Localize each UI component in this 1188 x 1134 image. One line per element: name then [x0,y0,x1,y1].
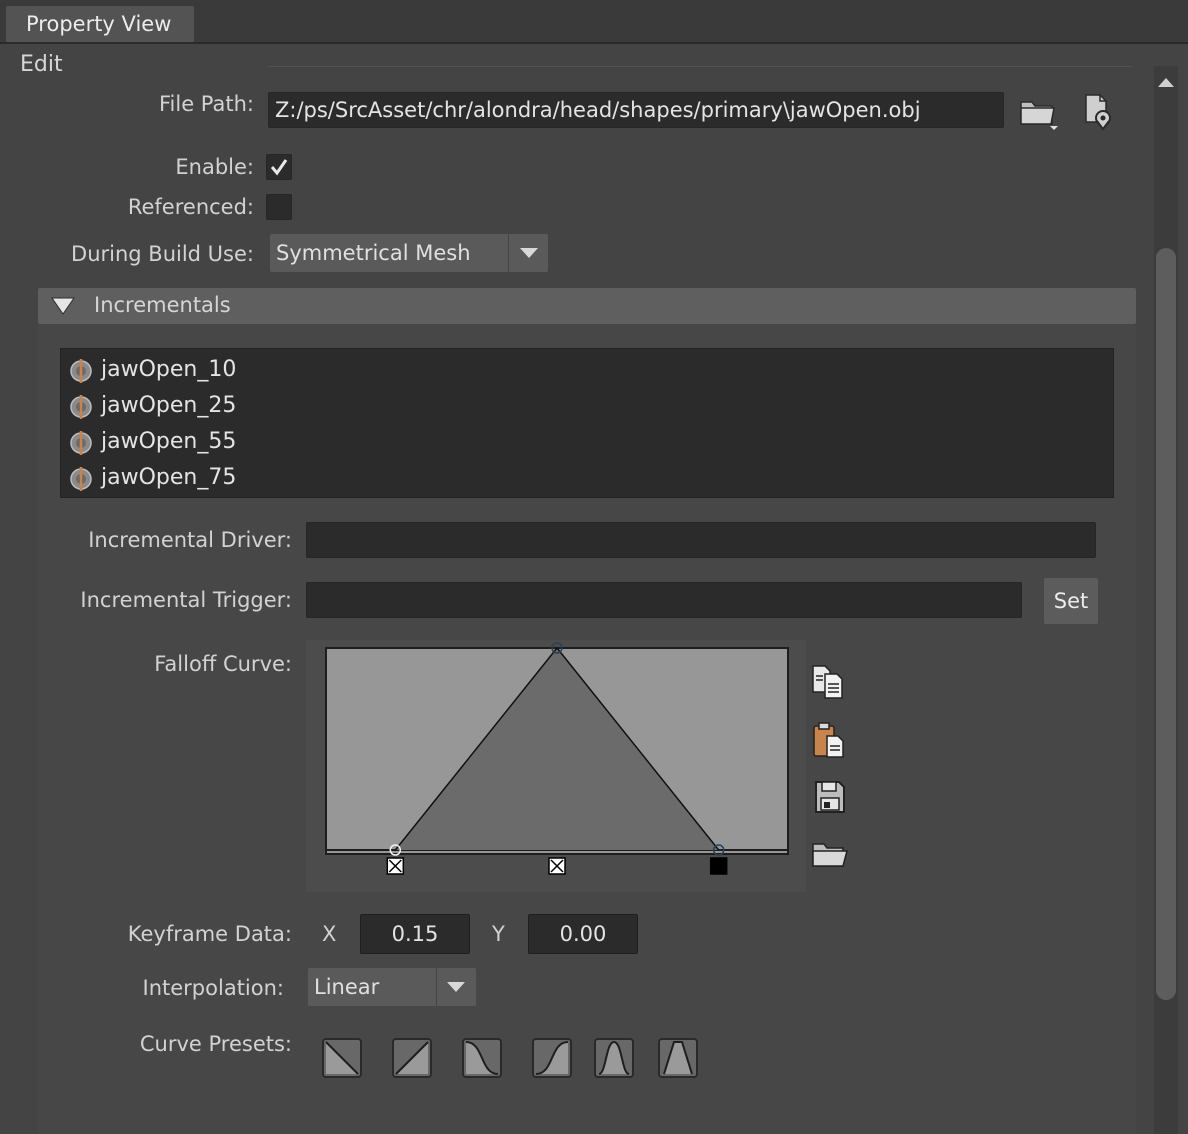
checkmark-icon [270,159,288,176]
keyframe-y-label: Y [492,922,505,946]
during-build-use-dropdown[interactable]: Symmetrical Mesh [270,234,548,272]
referenced-checkbox[interactable] [266,194,292,220]
falloff-curve-editor[interactable] [306,640,806,892]
enable-label: Enable: [175,155,254,179]
open-folder-icon[interactable] [810,838,850,872]
list-item[interactable]: jawOpen_55 [61,424,1113,460]
dropdown-separator [508,234,509,272]
file-locate-icon[interactable] [1082,92,1116,132]
list-item-label: jawOpen_10 [101,357,237,382]
curve-presets-label: Curve Presets: [139,1032,292,1056]
interpolation-dropdown[interactable]: Linear [308,968,476,1006]
during-build-use-label: During Build Use: [71,242,254,266]
chevron-down-icon [447,982,465,992]
scroll-up-arrow-icon[interactable] [1156,70,1176,95]
list-item-label: jawOpen_55 [101,429,237,454]
preset-ease-up-icon[interactable] [532,1038,572,1078]
keyframe-x-field[interactable]: 0.15 [360,914,470,954]
incremental-trigger-field[interactable] [306,582,1022,618]
preset-linear-down-icon[interactable] [322,1038,362,1078]
list-item-label: jawOpen_25 [101,393,237,418]
incremental-driver-label: Incremental Driver: [88,528,292,552]
paste-icon[interactable] [810,720,850,760]
falloff-curve-label: Falloff Curve: [154,652,292,676]
keyframe-y-field[interactable]: 0.00 [528,914,638,954]
set-button[interactable]: Set [1044,578,1098,624]
list-item[interactable]: jawOpen_75 [61,460,1113,496]
incremental-trigger-label: Incremental Trigger: [80,588,292,612]
copy-icon[interactable] [810,662,850,702]
list-item[interactable]: jawOpen_10 [61,352,1113,388]
preset-ease-down-icon[interactable] [462,1038,502,1078]
preset-peak-icon[interactable] [658,1038,698,1078]
preset-linear-up-icon[interactable] [392,1038,432,1078]
keyframe-data-label: Keyframe Data: [127,922,292,946]
incrementals-title: Incrementals [94,293,231,317]
blendshape-target-icon [70,359,92,383]
list-item-label: jawOpen_75 [101,465,237,490]
file-path-field[interactable]: Z:/ps/SrcAsset/chr/alondra/head/shapes/p… [268,92,1004,128]
divider [268,66,1132,67]
keyframe-x-label: X [322,922,337,946]
blendshape-target-icon [70,431,92,455]
incrementals-list[interactable]: jawOpen_10 jawOpen_25 jawOpen_55 jawOpen… [60,348,1114,498]
referenced-label: Referenced: [127,195,254,219]
blendshape-target-icon [70,467,92,491]
tab-property-view[interactable]: Property View [6,6,194,42]
incremental-driver-field[interactable] [306,522,1096,558]
enable-checkbox[interactable] [266,154,292,180]
file-path-label: File Path: [158,92,254,116]
save-icon[interactable] [812,778,848,816]
collapse-triangle-icon[interactable] [50,296,76,322]
scrollbar-thumb[interactable] [1156,248,1176,1000]
dropdown-separator [436,968,437,1006]
section-label-edit: Edit [20,52,63,77]
list-item[interactable]: jawOpen_25 [61,388,1113,424]
during-build-use-value: Symmetrical Mesh [276,241,471,265]
file-path-value: Z:/ps/SrcAsset/chr/alondra/head/shapes/p… [275,98,921,122]
preset-bell-icon[interactable] [594,1038,634,1078]
folder-icon[interactable] [1018,94,1062,134]
blendshape-target-icon [70,395,92,419]
interpolation-label: Interpolation: [142,976,284,1000]
interpolation-value: Linear [314,975,380,999]
keyframe-handle[interactable] [709,857,728,875]
chevron-down-icon [520,248,538,258]
